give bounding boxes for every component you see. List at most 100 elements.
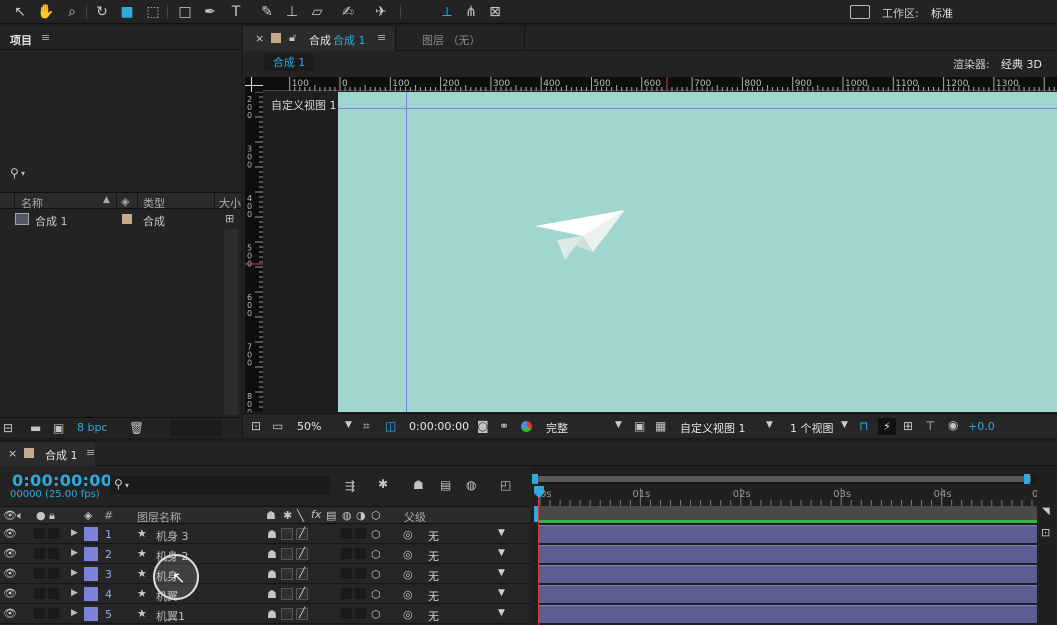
panel-menu-icon[interactable]: ≡ [86,446,95,459]
eye-icon[interactable]: 👁︎ [3,567,17,580]
adjustment-toggle[interactable] [355,588,366,599]
motion-blur-icon[interactable]: ◍ [466,478,476,492]
layer-name[interactable]: 机翼1 [156,608,185,624]
search-dropdown-icon[interactable]: ▾ [125,481,129,490]
close-icon[interactable]: × [8,447,17,460]
zoom-tool-icon[interactable]: ⌕ [62,2,82,22]
grid-guides-icon[interactable]: ⌗ [363,419,370,434]
shy-switch-icon[interactable]: ☗ [267,588,277,601]
hand-tool-icon[interactable]: ✋ [36,2,56,22]
horizontal-ruler[interactable]: 100 0 100 200 300 400 500 600 700 800 900 1000 1100 1… [263,77,1057,91]
lock-toggle[interactable] [48,528,59,539]
layer-row[interactable]: 👁︎ ▶ 4 ★ 机翼 ☗ ╱ ⬡ ◎ 无 ▼ [0,585,530,604]
chevron-down-icon[interactable]: ▼ [498,568,505,578]
toggle-pixel-aspect-icon[interactable]: ⊓ [859,419,868,433]
current-time-display[interactable]: 0:00:00:00 [409,420,469,433]
speaker-icon[interactable]: 🔈︎ [17,509,24,523]
workspace-icon[interactable] [850,5,870,19]
solo-icon[interactable]: ● [36,509,46,522]
rotate-tool-icon[interactable]: ↻ [92,2,112,22]
lock-toggle[interactable] [48,548,59,559]
tab-layer[interactable]: 图层 （无） [395,26,525,51]
time-navigator-bar[interactable] [535,476,1031,482]
timeline-timecode[interactable]: 0:00:00:00 [12,471,112,490]
motion-blur-toggle[interactable] [341,608,352,619]
work-area-bar[interactable] [538,506,1037,520]
always-preview-icon[interactable]: ⊡ [251,419,261,433]
layer-duration-bar[interactable] [538,525,1037,543]
adjustment-toggle[interactable] [355,548,366,559]
3d-layer-icon[interactable]: ⬡ [371,568,381,581]
world-axis-icon[interactable]: ⋔ [461,2,481,22]
quality-switch-icon[interactable]: ╱ [296,528,308,540]
brush-tool-icon[interactable]: ✎ [257,2,277,22]
parent-dropdown[interactable]: 无 [428,528,439,544]
zoom-dropdown[interactable]: 50% [297,420,321,433]
camera-tool-icon[interactable]: ■ [117,2,137,22]
flowchart-icon[interactable]: ⊞ [225,212,234,225]
quality-switch-icon[interactable]: ╱ [296,548,308,560]
layer-label-color[interactable] [84,587,98,601]
quality-switch-icon[interactable]: ╱ [296,588,308,600]
comp-button-icon[interactable]: ⊡ [1041,526,1050,539]
layer-row[interactable]: 👁︎ ▶ 1 ★ 机身 3 ☗ ╱ ⬡ ◎ 无 ▼ [0,525,530,544]
new-folder-icon[interactable]: ▬ [30,421,41,435]
shy-switch-icon[interactable]: ☗ [267,528,277,541]
lock-icon[interactable]: 🔒︎ [49,509,55,523]
layer-label-color[interactable] [84,527,98,541]
timeline-search-input[interactable]: ⚲ ▾ [110,476,330,495]
chevron-down-icon[interactable]: ▼ [766,420,773,430]
bit-depth-button[interactable]: 8 bpc [77,421,108,434]
project-panel-title[interactable]: 项目 [10,32,32,48]
puppet-pin-tool-icon[interactable]: ✈ [371,2,391,22]
adjustment-toggle[interactable] [355,528,366,539]
graph-editor-icon[interactable]: ◰ [500,478,511,492]
column-size-header[interactable]: 大小 [219,195,241,211]
collapse-switch[interactable] [281,568,293,580]
navigator-start-handle[interactable] [532,474,538,484]
timeline-icon[interactable]: ⊞ [903,419,913,433]
frame-blending-icon[interactable]: ▤ [440,478,451,492]
sort-ascending-icon[interactable]: ▲ [103,195,110,205]
monitor-icon[interactable]: ▭ [272,419,283,433]
chevron-down-icon[interactable]: ▼ [345,420,352,430]
layer-label-color[interactable] [84,607,98,621]
guide-line-horizontal[interactable] [338,108,1057,109]
vertical-ruler[interactable]: 200300400500600700800 [245,91,263,417]
region-of-interest-icon[interactable]: ▣ [634,419,645,433]
new-composition-icon[interactable]: ▣ [53,421,64,435]
label-color-swatch[interactable] [122,214,132,224]
motion-blur-toggle[interactable] [341,528,352,539]
parent-dropdown[interactable]: 无 [428,588,439,604]
layer-duration-bar[interactable] [538,565,1037,583]
panel-menu-icon[interactable]: ≡ [377,31,386,44]
expand-triangle-icon[interactable]: ▶ [71,588,78,598]
3d-layer-icon[interactable]: ⬡ [371,548,381,561]
draft-3d-icon[interactable]: ✱ [378,477,388,491]
workspace-dropdown[interactable]: 标准 [931,5,953,21]
rectangle-tool-icon[interactable]: □ [175,2,195,22]
shy-switch-icon[interactable]: ☗ [267,568,277,581]
collapse-switch[interactable] [281,608,293,620]
resolution-dropdown[interactable]: 完整 [546,420,568,436]
chevron-down-icon[interactable]: ▼ [841,420,848,430]
type-tool-icon[interactable]: T [226,2,246,22]
renderer-value[interactable]: 经典 3D [1001,56,1042,72]
label-tag-icon[interactable]: ◈ [84,509,92,522]
chevron-down-icon[interactable]: ▼ [498,528,505,538]
selection-tool-icon[interactable]: ↖ [10,2,30,22]
parent-dropdown[interactable]: 无 [428,608,439,624]
project-search-input[interactable]: ⚲ ▾ [4,164,236,184]
expand-triangle-icon[interactable]: ▶ [71,548,78,558]
clone-stamp-tool-icon[interactable]: ⊥ [282,2,302,22]
solo-toggle[interactable] [34,568,45,579]
snapshot-camera-icon[interactable]: ◙ [477,419,489,433]
layer-name[interactable]: 机身 3 [156,528,189,544]
collapse-switch[interactable] [281,588,293,600]
pick-whip-icon[interactable]: ◎ [403,528,413,541]
interpret-footage-icon[interactable]: ⊟ [3,421,13,435]
collapse-switch[interactable] [281,528,293,540]
tab-composition[interactable]: × 🔓︎ 合成 合成 1 ≡ [243,26,395,51]
pen-tool-icon[interactable]: ✒ [200,2,220,22]
motion-blur-toggle[interactable] [341,548,352,559]
